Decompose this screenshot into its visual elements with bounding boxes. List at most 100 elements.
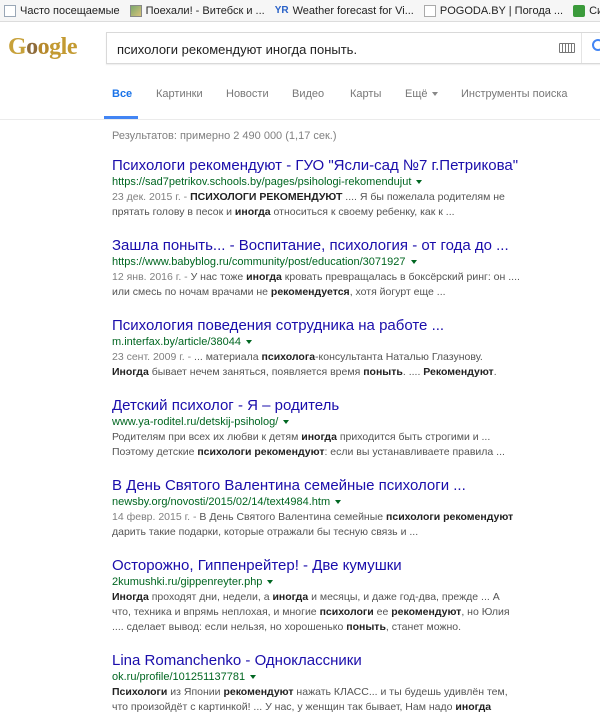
result-title-link[interactable]: В День Святого Валентина семейные психол… <box>112 476 596 495</box>
result-snippet-line: .... сделает вывод: если нельзя, но хоро… <box>112 620 596 635</box>
tab-all[interactable]: Все <box>112 88 132 100</box>
result-url: https://www.babyblog.ru/community/post/e… <box>112 255 596 270</box>
highlighted-term: иногда <box>455 701 492 713</box>
result-snippet-line: Иногда бывает нечем заняться, появляется… <box>112 365 596 380</box>
tab-video[interactable]: Видео <box>292 88 324 100</box>
url-dropdown-icon[interactable] <box>335 500 342 505</box>
snippet-text: . .... <box>402 366 424 378</box>
result-date: 23 сент. 2009 г. - <box>112 351 195 363</box>
search-result: Осторожно, Гиппенрейтер! - Две кумушки 2k… <box>112 556 596 635</box>
snippet-text: или смесь по ночам врачами не <box>112 286 271 298</box>
snippet-text: и месяцы, и даже год-два, прежде ... А <box>308 591 500 603</box>
highlighted-term: психологи рекомендуют <box>386 511 514 523</box>
result-date: 12 янв. 2016 г. - <box>112 271 191 283</box>
bookmark-label: Система «Интернет <box>589 4 600 17</box>
highlighted-term: иногда <box>301 431 337 443</box>
tab-search-tools[interactable]: Инструменты поиска <box>461 88 568 100</box>
result-url: www.ya-roditel.ru/detskij-psiholog/ <box>112 415 596 430</box>
result-url: 2kumushki.ru/gippenreyter.php <box>112 575 596 590</box>
result-snippet-line: что произойдёт с картинкой! ... У нас, у… <box>112 700 596 715</box>
highlighted-term: рекомендуется <box>270 286 350 298</box>
result-title-link[interactable]: Психологи рекомендуют - ГУО "Ясли-сад №7… <box>112 156 596 175</box>
result-title-link[interactable]: Зашла поныть... - Воспитание, психология… <box>112 236 596 255</box>
tab-more[interactable]: Ещё <box>405 88 438 100</box>
result-url-text: https://www.babyblog.ru/community/post/e… <box>112 256 406 268</box>
bookmark-poehali[interactable]: Поехали! - Витебск и ... <box>126 0 271 21</box>
result-snippet-line: Родителям при всех их любви к детям иног… <box>112 430 596 445</box>
bookmark-most-visited[interactable]: Часто посещаемые <box>0 0 126 21</box>
search-icon <box>592 39 600 51</box>
url-dropdown-icon[interactable] <box>283 420 290 425</box>
tab-news[interactable]: Новости <box>226 88 269 100</box>
search-box <box>106 32 600 64</box>
search-result: Психологи рекомендуют - ГУО "Ясли-сад №7… <box>112 156 596 220</box>
highlighted-term: поныть <box>346 621 386 633</box>
result-title-link[interactable]: Lina Romanchenko - Одноклассники <box>112 651 596 670</box>
result-title-link[interactable]: Психология поведения сотрудника на работ… <box>112 316 596 335</box>
snippet-text: что произойдёт с картинкой! ... У нас, у… <box>112 701 456 713</box>
search-button[interactable] <box>581 33 600 63</box>
bookmark-label: Поехали! - Витебск и ... <box>145 4 265 17</box>
page-icon <box>4 4 16 17</box>
result-snippet-line: 14 февр. 2015 г. - В День Святого Валент… <box>112 510 596 525</box>
bookmark-system[interactable]: Система «Интернет <box>569 0 600 21</box>
url-dropdown-icon[interactable] <box>250 675 257 680</box>
result-url-text: newsby.org/novosti/2015/02/14/text4984.h… <box>112 496 331 508</box>
snippet-text: нажать КЛАСС... и ты будешь удивлён тем, <box>293 686 508 698</box>
page-icon <box>423 4 436 17</box>
snippet-text: что, техника и впрямь неплохая, и многие <box>112 606 320 618</box>
highlighted-term: психологи <box>319 606 374 618</box>
bookmark-label: Часто посещаемые <box>20 4 120 17</box>
highlighted-term: ПСИХОЛОГИ РЕКОМЕНДУЮТ <box>190 191 343 203</box>
snippet-text: В День Святого Валентина семейные <box>199 511 387 523</box>
snippet-text: . <box>493 366 497 378</box>
snippet-text: ... материала <box>194 351 262 363</box>
highlighted-term: иногда <box>234 206 271 218</box>
snippet-text: приходится быть строгими и ... <box>336 431 491 443</box>
snippet-text: Родителям при всех их любви к детям <box>112 431 302 443</box>
tab-images[interactable]: Картинки <box>156 88 203 100</box>
google-doodle-logo[interactable]: Google <box>8 34 77 61</box>
result-snippet-line: что, техника и впрямь неплохая, и многие… <box>112 605 596 620</box>
result-date: 23 дек. 2015 г. - <box>112 191 191 203</box>
result-snippet-line: или смесь по ночам врачами не рекомендуе… <box>112 285 596 300</box>
bookmark-yr[interactable]: YR Weather forecast for Vi... <box>271 0 420 21</box>
bookmark-label: Weather forecast for Vi... <box>292 4 414 17</box>
result-url: ok.ru/profile/101251137781 <box>112 670 596 685</box>
snippet-text: относиться к своему ребенку, как к ... <box>270 206 455 218</box>
results-list: Психологи рекомендуют - ГУО "Ясли-сад №7… <box>112 156 596 720</box>
result-snippet-line: дарить такие подарки, которые отражали б… <box>112 525 596 540</box>
bookmarks-bar: Часто посещаемые Поехали! - Витебск и ..… <box>0 0 600 22</box>
snippet-text: Поэтому детские <box>112 446 198 458</box>
snippet-text: проходят дни, недели, а <box>148 591 273 603</box>
result-stats: Результатов: примерно 2 490 000 (1,17 се… <box>112 130 337 142</box>
image-icon <box>129 4 142 17</box>
snippet-text: дарить такие подарки, которые отражали б… <box>112 526 419 538</box>
result-url: https://sad7petrikov.schools.by/pages/ps… <box>112 175 596 190</box>
search-tabs: Все Картинки Новости Видео Карты Ещё Инс… <box>0 74 600 120</box>
url-dropdown-icon[interactable] <box>267 580 274 585</box>
highlighted-term: рекомендуют <box>223 686 294 698</box>
result-url-text: https://sad7petrikov.schools.by/pages/ps… <box>112 176 412 188</box>
bookmark-pogoda[interactable]: POGODA.BY | Погода ... <box>420 0 569 21</box>
search-result: Детский психолог - Я – родитель www.ya-ro… <box>112 396 596 460</box>
result-snippet-line: Психологи из Японии рекомендуют нажать К… <box>112 685 596 700</box>
active-tab-indicator <box>104 116 138 119</box>
result-title-link[interactable]: Осторожно, Гиппенрейтер! - Две кумушки <box>112 556 596 575</box>
tab-maps[interactable]: Карты <box>350 88 381 100</box>
highlighted-term: Иногда <box>112 366 149 378</box>
bookmark-label: POGODA.BY | Погода ... <box>439 4 564 17</box>
tab-more-label: Ещё <box>405 88 428 100</box>
highlighted-term: иногда <box>272 591 309 603</box>
url-dropdown-icon[interactable] <box>416 180 423 185</box>
result-title-link[interactable]: Детский психолог - Я – родитель <box>112 396 596 415</box>
url-dropdown-icon[interactable] <box>246 340 253 345</box>
highlighted-term: психологи рекомендуют <box>197 446 325 458</box>
keyboard-icon[interactable] <box>559 43 575 53</box>
yr-icon: YR <box>274 5 289 16</box>
snippet-text: .... сделает вывод: если нельзя, но хоро… <box>112 621 347 633</box>
url-dropdown-icon[interactable] <box>410 260 417 265</box>
search-input[interactable] <box>117 40 547 58</box>
snippet-text: прятать голову в песок и <box>112 206 235 218</box>
snippet-text: , хотя йогурт еще ... <box>349 286 446 298</box>
